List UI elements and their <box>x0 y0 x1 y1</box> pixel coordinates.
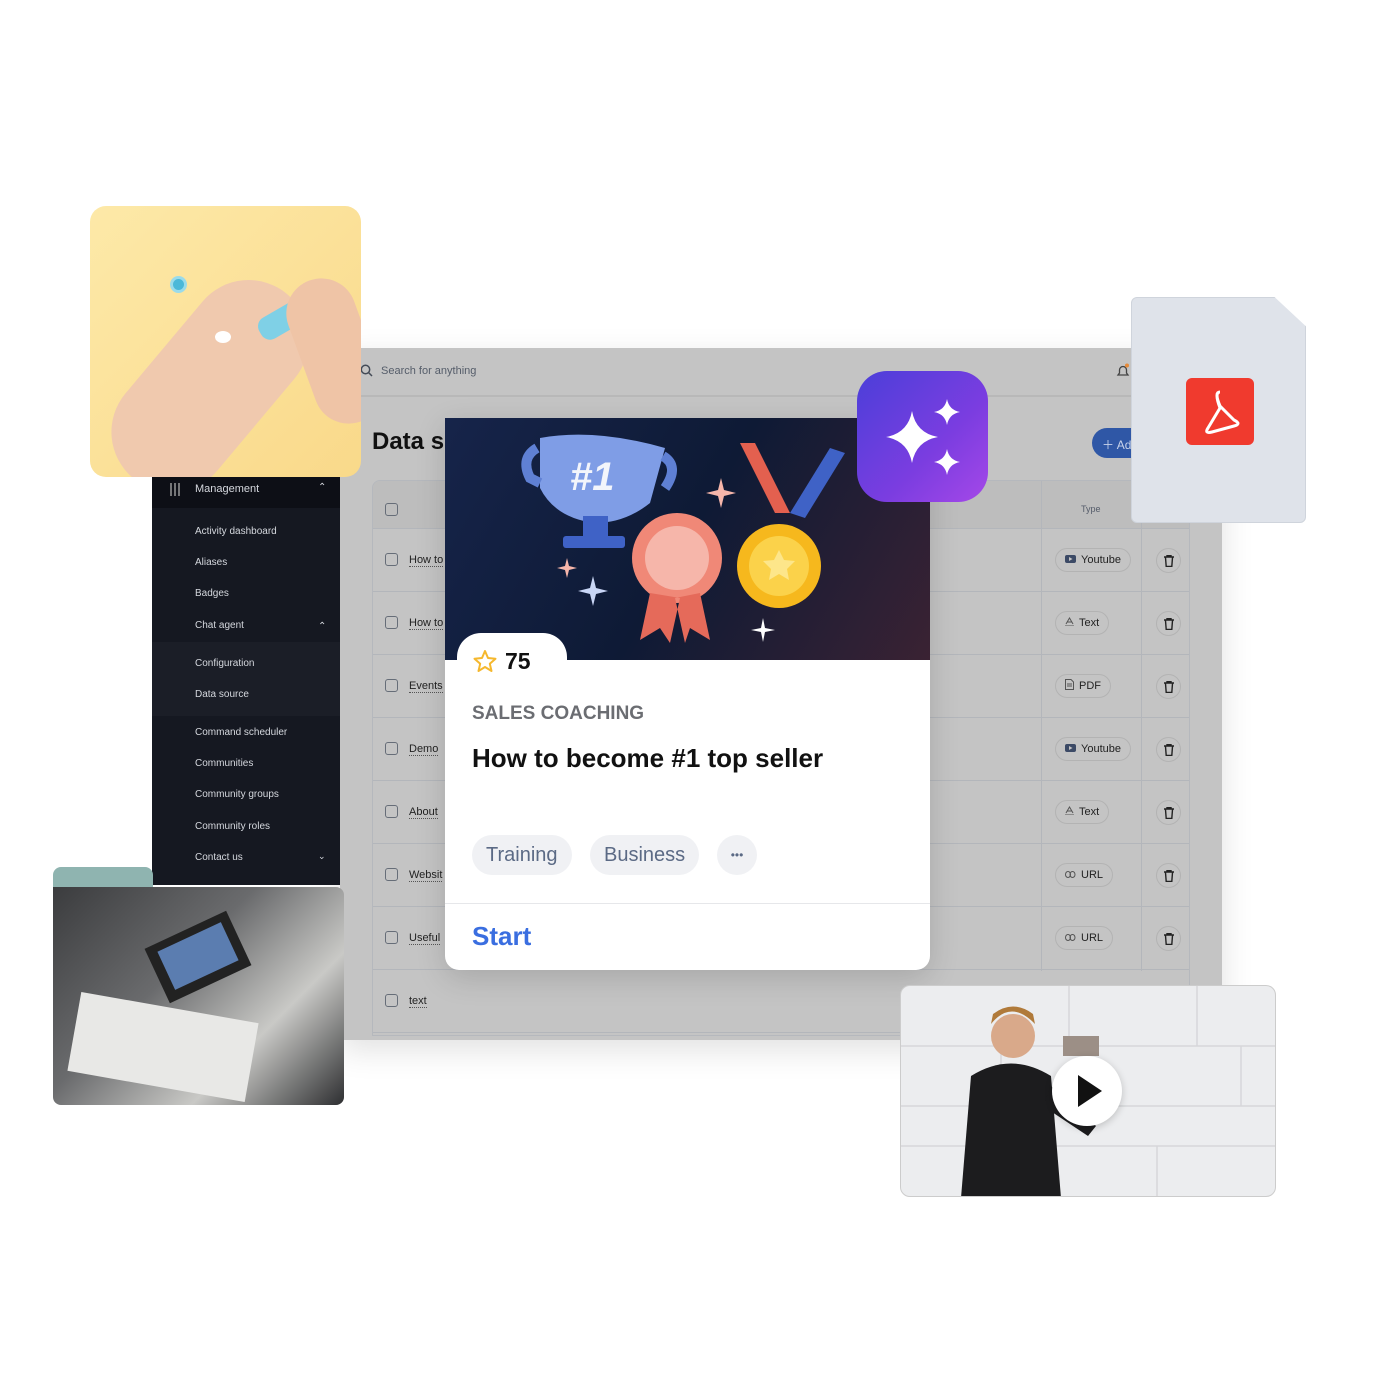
delete-button[interactable] <box>1156 611 1181 636</box>
chevron-down-icon[interactable]: ⌄ <box>318 851 326 862</box>
sidebar-item-contact-us[interactable]: Contact us <box>195 852 243 863</box>
trash-icon <box>1163 806 1174 819</box>
type-label: Text <box>1079 617 1100 629</box>
row-title-link[interactable]: How to <box>409 554 444 567</box>
row-title-link[interactable]: Demo <box>409 743 439 756</box>
pdf-document <box>1131 297 1306 523</box>
type-badge: URL <box>1055 863 1114 887</box>
type-badge: Text <box>1055 800 1110 824</box>
pdf-icon <box>1186 378 1254 445</box>
sparkles-icon <box>886 399 960 475</box>
type-label: PDF <box>1079 680 1101 692</box>
row-checkbox[interactable] <box>385 616 398 629</box>
row-checkbox[interactable] <box>385 994 398 1007</box>
row-checkbox[interactable] <box>385 805 398 818</box>
trash-icon <box>1163 743 1174 756</box>
type-badge: Text <box>1055 611 1110 635</box>
type-label: URL <box>1081 932 1104 944</box>
search-placeholder: Search for anything <box>381 364 477 377</box>
trash-icon <box>1163 617 1174 630</box>
trash-icon <box>1163 680 1174 693</box>
add-button-label: Ad <box>1116 438 1132 452</box>
sidebar-item-data-source[interactable]: Data source <box>195 689 249 700</box>
course-category: SALES COACHING <box>472 703 645 724</box>
chevron-up-icon[interactable]: ⌃ <box>318 482 326 493</box>
type-badge: URL <box>1055 926 1114 950</box>
start-button[interactable]: Start <box>472 921 531 952</box>
video-thumbnail[interactable] <box>900 985 1276 1197</box>
type-label: URL <box>1081 869 1104 881</box>
delete-button[interactable] <box>1156 926 1181 951</box>
page-title: Data s <box>372 428 445 455</box>
type-label: Youtube <box>1081 554 1121 566</box>
delete-button[interactable] <box>1156 737 1181 762</box>
sidebar-item-community-groups[interactable]: Community groups <box>195 789 279 800</box>
search-input[interactable]: Search for anything <box>360 364 476 377</box>
row-title-link[interactable]: Events <box>409 680 443 693</box>
delete-button[interactable] <box>1156 800 1181 825</box>
ai-sparkle-tile <box>857 371 988 502</box>
sidebar-item-activity-dashboard[interactable]: Activity dashboard <box>195 526 277 537</box>
tag-business[interactable]: Business <box>590 835 700 875</box>
sidebar-item-communities[interactable]: Communities <box>195 758 253 769</box>
row-checkbox[interactable] <box>385 742 398 755</box>
youtube-icon <box>1065 554 1076 566</box>
trash-icon <box>1163 869 1174 882</box>
play-icon <box>1078 1075 1102 1107</box>
row-title-link[interactable]: About <box>409 806 438 819</box>
document-icon <box>1065 679 1074 693</box>
sidebar-item-community-roles[interactable]: Community roles <box>195 821 270 832</box>
row-title-link[interactable]: text <box>409 995 427 1008</box>
sidebar-section-management[interactable]: Management <box>195 483 259 495</box>
tag-training[interactable]: Training <box>472 835 572 875</box>
search-icon <box>360 364 373 377</box>
delete-button[interactable] <box>1156 863 1181 888</box>
chevron-up-icon[interactable]: ⌃ <box>318 621 326 632</box>
delete-button[interactable] <box>1156 674 1181 699</box>
link-icon <box>1065 869 1076 881</box>
sidebar: Management ⌃ Activity dashboard Aliases Ba… <box>152 472 340 885</box>
play-button[interactable] <box>1052 1056 1122 1126</box>
type-label: Youtube <box>1081 743 1121 755</box>
trash-icon <box>1163 932 1174 945</box>
row-checkbox[interactable] <box>385 553 398 566</box>
laptop-meeting-photo <box>53 867 344 1105</box>
rating-badge: 75 <box>457 633 567 683</box>
bell-icon[interactable] <box>1116 363 1130 379</box>
type-badge: Youtube <box>1055 737 1131 761</box>
sidebar-item-aliases[interactable]: Aliases <box>195 557 227 568</box>
sidebar-item-badges[interactable]: Badges <box>195 588 229 599</box>
sidebar-item-chat-agent[interactable]: Chat agent <box>195 620 244 631</box>
course-title: How to become #1 top seller <box>472 743 824 773</box>
youtube-icon <box>1065 743 1076 755</box>
sliders-icon <box>170 483 180 496</box>
text-icon <box>1065 806 1074 818</box>
row-checkbox[interactable] <box>385 679 398 692</box>
more-tags-button[interactable]: ••• <box>717 835 757 875</box>
row-title-link[interactable]: How to <box>409 617 444 630</box>
trophy-label: #1 <box>570 455 615 499</box>
row-title-link[interactable]: Useful <box>409 932 441 945</box>
row-checkbox[interactable] <box>385 868 398 881</box>
row-checkbox[interactable] <box>385 931 398 944</box>
sidebar-item-command-scheduler[interactable]: Command scheduler <box>195 727 287 738</box>
topbar: Search for anything <box>340 348 1222 397</box>
link-icon <box>1065 932 1076 944</box>
type-badge: PDF <box>1055 674 1111 698</box>
row-title-link[interactable]: Websit <box>409 869 443 882</box>
text-icon <box>1065 617 1074 629</box>
type-label: Text <box>1079 806 1100 818</box>
type-badge: Youtube <box>1055 548 1131 572</box>
star-icon <box>473 650 497 672</box>
hand-cream-photo <box>90 206 361 477</box>
select-all-checkbox[interactable] <box>385 503 398 516</box>
type-header: Type <box>1081 504 1101 514</box>
delete-button[interactable] <box>1156 548 1181 573</box>
trash-icon <box>1163 554 1174 567</box>
sidebar-item-configuration[interactable]: Configuration <box>195 658 254 669</box>
rating-value: 75 <box>505 648 531 674</box>
